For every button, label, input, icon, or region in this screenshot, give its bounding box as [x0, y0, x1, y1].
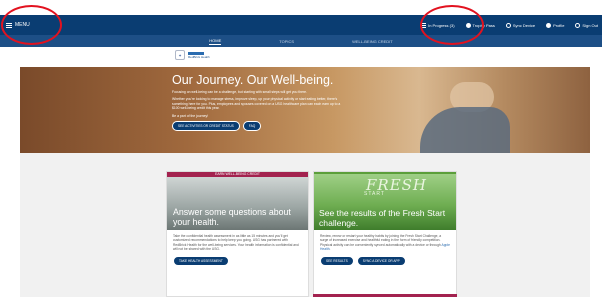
fresh-start-card: FRESH START See the results of the Fresh…	[313, 171, 457, 297]
fresh-start-body-text: Review, renew or restart your healthy ha…	[320, 234, 442, 247]
hero-call-to-action: Be a part of the journey!	[172, 113, 209, 118]
fresh-start-card-title: See the results of the Fresh Start chall…	[319, 208, 446, 228]
fresh-start-card-body: Review, renew or restart your healthy ha…	[314, 230, 456, 252]
usg-logo: ✦	[175, 50, 185, 60]
logo-row: ✦ RedBrick Health	[175, 50, 210, 60]
assessment-card-image: Answer some questions about your health.	[167, 177, 308, 230]
section-tabs: HOME TOPICS WELL-BEING CREDIT	[0, 35, 602, 47]
fresh-start-image: FRESH START See the results of the Fresh…	[314, 174, 456, 230]
hero-text: Our Journey. Our Well-being. Focusing on…	[172, 73, 342, 132]
profile-label: Profile	[553, 22, 565, 28]
sign-out-label: Sign Out	[582, 22, 598, 28]
take-health-assessment-button[interactable]: TAKE HEALTH ASSESSMENT	[173, 255, 229, 266]
annotation-circle-menu	[1, 5, 62, 45]
see-activities-button[interactable]: SEE ACTIVITIES OR CREDIT STATUS	[172, 121, 240, 132]
fresh-start-image-subtitle: START	[364, 191, 385, 197]
top-navigation-bar: MENU In Progress (3) Trophy Pass Sync De…	[0, 15, 602, 35]
faq-button[interactable]: FAQ	[242, 121, 262, 132]
assessment-card-title: Answer some questions about your health.	[173, 207, 291, 227]
sync-device-button[interactable]: SYNC A DEVICE OR APP	[356, 255, 406, 266]
user-icon	[546, 22, 552, 28]
assessment-card-actions: TAKE HEALTH ASSESSMENT	[167, 252, 308, 266]
tab-topics[interactable]: TOPICS	[279, 39, 294, 44]
sign-out-link[interactable]: Sign Out	[575, 22, 598, 28]
health-assessment-card: EARN WELL-BEING CREDIT Answer some quest…	[166, 171, 309, 297]
tab-well-being-credit[interactable]: WELL-BEING CREDIT	[352, 39, 393, 44]
fresh-start-card-actions: SEE RESULTS SYNC A DEVICE OR APP	[314, 252, 456, 266]
redbrick-logo: RedBrick Health	[188, 51, 210, 59]
hero-buttons: SEE ACTIVITIES OR CREDIT STATUS FAQ	[172, 121, 342, 132]
hero-banner: Our Journey. Our Well-being. Focusing on…	[20, 67, 590, 153]
hero-image-shoe	[420, 107, 510, 153]
sign-out-icon	[575, 22, 581, 28]
hero-title: Our Journey. Our Well-being.	[172, 73, 334, 87]
annotation-circle-in-progress	[420, 5, 484, 45]
sync-device-link[interactable]: Sync Device	[505, 22, 536, 28]
profile-link[interactable]: Profile	[546, 22, 565, 28]
hero-intro: Focusing on well-being can be a challeng…	[172, 90, 307, 94]
sync-device-label: Sync Device	[512, 22, 536, 28]
hero-description: Whether you're looking to manage stress,…	[172, 97, 341, 111]
tab-home[interactable]: HOME	[209, 38, 222, 45]
see-results-button[interactable]: SEE RESULTS	[320, 255, 354, 266]
assessment-card-body: Take the confidential health assessment …	[173, 234, 299, 252]
sync-icon	[505, 22, 511, 28]
